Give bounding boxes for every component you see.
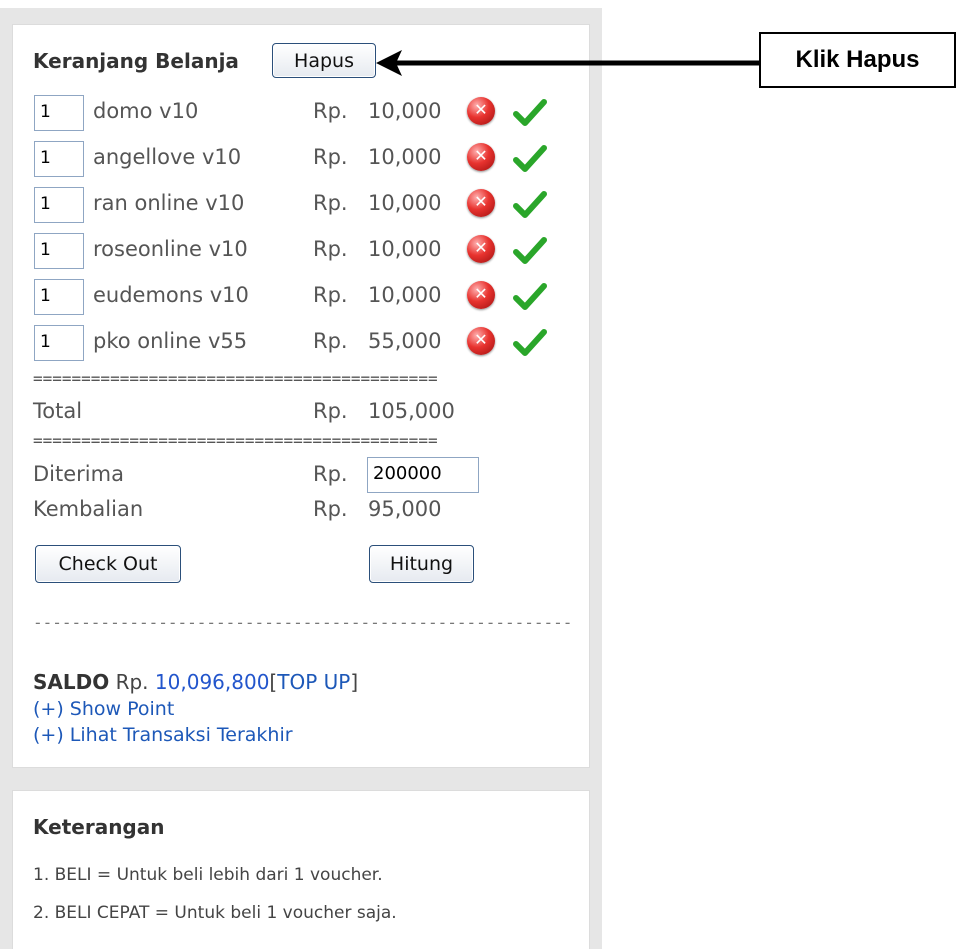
dashed-divider: ----------------------------------------… xyxy=(33,613,573,632)
show-point-link[interactable]: (+) Show Point xyxy=(33,698,174,720)
item-currency: Rp. xyxy=(313,191,348,215)
checkmark-icon[interactable] xyxy=(513,190,547,220)
item-price: 10,000 xyxy=(368,145,442,169)
topup-link[interactable]: TOP UP xyxy=(277,670,350,694)
checkmark-icon[interactable] xyxy=(513,98,547,128)
item-price: 10,000 xyxy=(368,237,442,261)
balance-currency: Rp. xyxy=(115,670,149,694)
balance-amount: 10,096,800 xyxy=(154,670,270,694)
item-currency: Rp. xyxy=(313,283,348,307)
delete-x-icon[interactable] xyxy=(467,97,495,125)
delete-x-icon[interactable] xyxy=(467,143,495,171)
change-value: 95,000 xyxy=(368,497,442,521)
cart-panel: Keranjang Belanja Hapus 1 domo v10 Rp. 10,0… xyxy=(12,24,590,768)
separator-top: ========================================… xyxy=(33,369,438,388)
info-note-1: 1. BELI = Untuk beli lebih dari 1 vouche… xyxy=(33,865,383,885)
change-currency: Rp. xyxy=(313,497,348,521)
item-currency: Rp. xyxy=(313,99,348,123)
delete-x-icon[interactable] xyxy=(467,327,495,355)
item-quantity-input[interactable]: 1 xyxy=(34,279,84,315)
info-panel: Keterangan 1. BELI = Untuk beli lebih da… xyxy=(12,790,590,949)
checkmark-icon[interactable] xyxy=(513,282,547,312)
item-quantity-input[interactable]: 1 xyxy=(34,325,84,361)
cart-title: Keranjang Belanja xyxy=(33,49,239,73)
received-currency: Rp. xyxy=(313,462,348,486)
item-currency: Rp. xyxy=(313,145,348,169)
delete-x-icon[interactable] xyxy=(467,235,495,263)
balance-label: SALDO xyxy=(33,670,110,694)
received-input[interactable]: 200000 xyxy=(367,457,479,493)
info-title: Keterangan xyxy=(33,815,165,839)
item-name: domo v10 xyxy=(93,99,199,123)
recent-transactions-link[interactable]: (+) Lihat Transaksi Terakhir xyxy=(33,724,293,746)
total-label: Total xyxy=(33,399,83,423)
checkmark-icon[interactable] xyxy=(513,144,547,174)
separator-bottom: ========================================… xyxy=(33,431,438,450)
item-name: angellove v10 xyxy=(93,145,242,169)
item-quantity-input[interactable]: 1 xyxy=(34,233,84,269)
calculate-button[interactable]: Hitung xyxy=(369,545,474,583)
checkmark-icon[interactable] xyxy=(513,236,547,266)
balance-line: SALDO Rp. 10,096,800[TOP UP] xyxy=(33,670,358,694)
delete-x-icon[interactable] xyxy=(467,281,495,309)
item-quantity-input[interactable]: 1 xyxy=(34,187,84,223)
item-price: 10,000 xyxy=(368,191,442,215)
total-value: 105,000 xyxy=(368,399,455,423)
delete-x-icon[interactable] xyxy=(467,189,495,217)
item-price: 10,000 xyxy=(368,283,442,307)
item-currency: Rp. xyxy=(313,237,348,261)
item-name: eudemons v10 xyxy=(93,283,249,307)
item-currency: Rp. xyxy=(313,329,348,353)
item-name: pko online v55 xyxy=(93,329,248,353)
item-name: ran online v10 xyxy=(93,191,245,215)
checkout-button[interactable]: Check Out xyxy=(35,545,181,583)
info-note-2: 2. BELI CEPAT = Untuk beli 1 voucher saj… xyxy=(33,903,397,923)
item-quantity-input[interactable]: 1 xyxy=(34,95,84,131)
received-label: Diterima xyxy=(33,462,124,486)
callout-label: Klik Hapus xyxy=(759,32,956,88)
checkmark-icon[interactable] xyxy=(513,328,547,358)
total-currency: Rp. xyxy=(313,399,348,423)
item-quantity-input[interactable]: 1 xyxy=(34,141,84,177)
topup-bracket-close: ] xyxy=(350,670,359,694)
callout-arrow xyxy=(376,50,761,76)
item-price: 55,000 xyxy=(368,329,442,353)
change-label: Kembalian xyxy=(33,497,144,521)
item-name: roseonline v10 xyxy=(93,237,248,261)
clear-cart-button[interactable]: Hapus xyxy=(272,43,376,78)
item-price: 10,000 xyxy=(368,99,442,123)
